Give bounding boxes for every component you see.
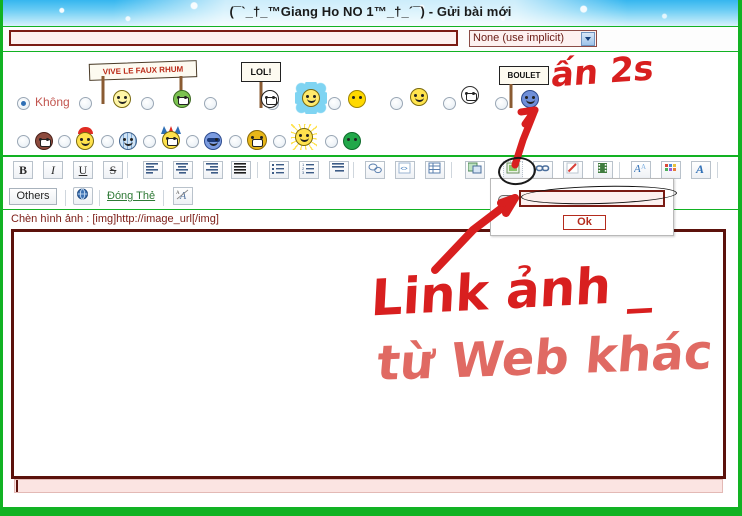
yellow-ball-smiley-icon-a[interactable] [113,90,133,110]
grid-face-smiley-icon[interactable] [119,132,139,152]
color-palette-icon[interactable] [661,161,681,179]
green-drunk-smiley-icon[interactable] [173,90,193,110]
emoticon-selector-panel: Không VIVE LE FAUX RHUM LOL! BOULET [3,52,738,157]
help-globe-icon[interactable] [73,187,93,205]
lol-sign-smiley-icon[interactable]: LOL! [241,62,281,108]
gold-grin-smiley-icon[interactable] [247,130,267,150]
santa-hat-smiley-icon[interactable] [76,127,96,150]
jester-smiley-icon[interactable] [161,126,181,149]
insert-image-icon[interactable] [503,161,523,179]
radio-emo-14[interactable] [229,135,242,148]
font-a-icon[interactable]: AA [631,161,651,179]
underline-button[interactable]: U [73,161,93,179]
post-icon-select-value: None (use implicit) [473,32,565,44]
film-icon[interactable] [593,161,613,179]
pencil-icon[interactable] [563,161,583,179]
blue-ball-smiley-icon[interactable] [521,90,541,110]
banner-vive-le-faux-rhum-icon[interactable]: VIVE LE FAUX RHUM [88,60,198,104]
svg-text:3: 3 [302,170,305,174]
svg-text:A: A [641,163,646,171]
radio-emo-15[interactable] [273,135,286,148]
boulet-sign-smiley-icon[interactable]: BOULET [499,66,549,108]
blue-flower-smiley-icon[interactable] [295,82,327,114]
post-icon-select[interactable]: None (use implicit) [469,30,597,47]
post-body-status-strip [14,479,723,493]
others-button[interactable]: Others [9,188,57,205]
radio-emo-3[interactable] [204,97,217,110]
radio-emo-2[interactable] [141,97,154,110]
post-body-editor[interactable] [11,229,726,479]
sun-smiley-icon[interactable] [291,124,317,150]
code-icon[interactable]: <> [395,161,415,179]
letter-a-icon[interactable]: A [691,161,711,179]
radio-emo-6[interactable] [390,97,403,110]
chevron-down-icon[interactable] [581,32,595,46]
link-url-input[interactable] [519,190,665,207]
radio-emo-16[interactable] [325,135,338,148]
svg-text:A: A [695,162,704,174]
align-justify-icon[interactable] [231,161,251,179]
radio-emo-1[interactable] [79,97,92,110]
link-icon[interactable] [533,161,553,179]
lol-label: LOL! [241,62,281,82]
quote-bubble-icon[interactable] [365,161,385,179]
radio-emo-8[interactable] [495,97,508,110]
numbered-list-icon[interactable]: 123 [299,161,319,179]
blue-sunglasses-smiley-icon[interactable] [204,132,224,152]
bold-button[interactable]: B [13,161,33,179]
shocked-smiley-icon[interactable] [461,86,481,106]
svg-text:A: A [634,163,641,174]
thumbs-up-smiley-icon[interactable] [410,88,430,108]
remove-format-icon[interactable]: AA [173,187,193,205]
black-hair-smiley-icon[interactable] [261,90,281,110]
table-icon[interactable] [425,161,445,179]
close-tag-link[interactable]: Đóng Thẻ [107,190,155,202]
brown-grin-smiley-icon[interactable] [35,132,55,152]
emoticon-none-label: Không [35,95,70,109]
link-icon: 🔗 [498,195,516,207]
radio-none[interactable] [17,97,30,110]
radio-emo-5[interactable] [328,97,341,110]
link-ok-button[interactable]: Ok [563,215,606,230]
subject-input[interactable] [9,30,458,46]
indent-icon[interactable] [329,161,349,179]
subject-row: None (use implicit) [3,27,738,52]
radio-emo-10[interactable] [58,135,71,148]
align-left-icon[interactable] [143,161,163,179]
insert-link-popup: 🔗 Ok [490,178,674,236]
yellow-ball-smiley-icon[interactable] [348,90,368,110]
green-ball-smiley-icon[interactable] [343,132,363,152]
window-titlebar: (¯`_†_™Giang Ho NO 1™_†_´¯) - Gửi bài mớ… [3,0,738,27]
insert-image-hint: Chèn hình ảnh : [img]http://image_url[/i… [11,213,219,225]
align-center-icon[interactable] [173,161,193,179]
svg-text:<>: <> [401,167,409,173]
bullet-list-icon[interactable] [269,161,289,179]
italic-button[interactable]: I [43,161,63,179]
radio-emo-12[interactable] [143,135,156,148]
strikethrough-button[interactable]: S [103,161,123,179]
radio-emo-9[interactable] [17,135,30,148]
align-right-icon[interactable] [203,161,223,179]
forum-post-page: (¯`_†_™Giang Ho NO 1™_†_´¯) - Gửi bài mớ… [0,0,742,516]
radio-emo-11[interactable] [101,135,114,148]
save-image-icon[interactable] [465,161,485,179]
radio-emo-7[interactable] [443,97,456,110]
boulet-label: BOULET [499,66,549,85]
page-title: (¯`_†_™Giang Ho NO 1™_†_´¯) - Gửi bài mớ… [229,4,512,19]
radio-emo-13[interactable] [186,135,199,148]
